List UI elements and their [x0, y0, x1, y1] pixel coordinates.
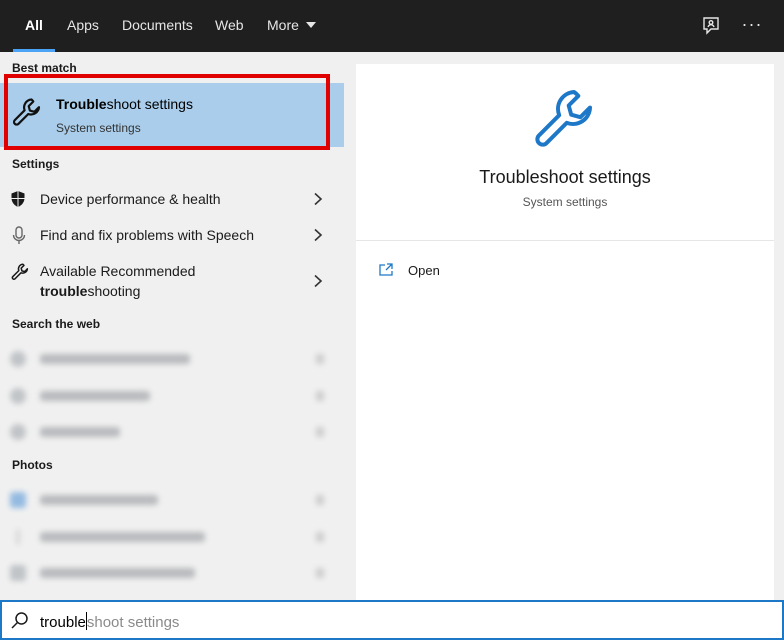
results-pane: Best match Troubleshoot settings System … — [0, 52, 344, 600]
preview-pane: Troubleshoot settings System settings Op… — [356, 64, 774, 600]
microphone-icon — [12, 226, 32, 246]
open-action[interactable]: Open — [378, 262, 478, 282]
tab-apps[interactable]: Apps — [67, 0, 99, 52]
search-suggestion: shoot settings — [86, 614, 180, 631]
best-match-title-rest: shoot settings — [106, 96, 193, 112]
settings-item-label-line1: Available Recommended — [40, 263, 196, 279]
shield-icon — [10, 190, 30, 210]
web-result-item[interactable] — [10, 386, 330, 406]
open-icon — [378, 262, 394, 278]
wrench-icon — [10, 95, 44, 129]
more-options-icon[interactable]: ··· — [740, 14, 764, 38]
tab-more-label: More — [267, 17, 299, 33]
web-result-item[interactable] — [10, 349, 330, 369]
settings-item-label-line2: troubleshooting — [40, 281, 140, 301]
settings-item-label-rest: shooting — [87, 283, 141, 299]
preview-title: Troubleshoot settings — [479, 167, 651, 187]
section-photos: Photos — [12, 458, 53, 472]
best-match-subtitle: System settings — [56, 121, 141, 135]
section-settings: Settings — [12, 157, 60, 171]
settings-item-label: Device performance & health — [40, 191, 221, 207]
search-typed-text: trouble — [40, 614, 86, 631]
web-result-item[interactable] — [10, 422, 330, 442]
section-best-match: Best match — [12, 61, 77, 75]
settings-item-recommended-troubleshooting[interactable]: Available Recommended troubleshooting — [0, 260, 344, 304]
settings-item-speech[interactable]: Find and fix problems with Speech — [0, 224, 344, 248]
search-filter-bar: All Apps Documents Web More ··· — [0, 0, 784, 52]
best-match-title: Troubleshoot settings — [56, 96, 193, 112]
settings-item-device-performance[interactable]: Device performance & health — [0, 188, 344, 212]
wrench-icon — [10, 262, 30, 282]
best-match-result[interactable]: Troubleshoot settings System settings — [0, 83, 344, 147]
search-query: troubleshoot settings — [40, 612, 179, 631]
photo-result-item[interactable] — [10, 563, 330, 583]
tab-documents[interactable]: Documents — [122, 0, 193, 52]
best-match-title-bold: Trouble — [56, 96, 107, 112]
tab-more[interactable]: More — [267, 0, 316, 52]
chevron-down-icon — [305, 22, 316, 28]
tab-all[interactable]: All — [13, 0, 55, 52]
photo-result-item[interactable] — [10, 527, 330, 547]
divider — [356, 240, 774, 241]
settings-item-label-bold: trouble — [40, 283, 88, 299]
preview-subtitle: System settings — [522, 195, 608, 209]
search-icon — [10, 611, 30, 631]
settings-item-label: Find and fix problems with Speech — [40, 227, 254, 243]
tab-web[interactable]: Web — [215, 0, 244, 52]
wrench-icon — [530, 86, 598, 154]
chevron-right-icon — [312, 192, 324, 206]
chevron-right-icon — [312, 274, 324, 288]
search-input[interactable]: troubleshoot settings — [0, 600, 784, 640]
open-label: Open — [408, 263, 440, 278]
feedback-icon[interactable] — [699, 14, 723, 38]
chevron-right-icon — [312, 228, 324, 242]
photo-result-item[interactable] — [10, 490, 330, 510]
section-search-web: Search the web — [12, 317, 101, 331]
